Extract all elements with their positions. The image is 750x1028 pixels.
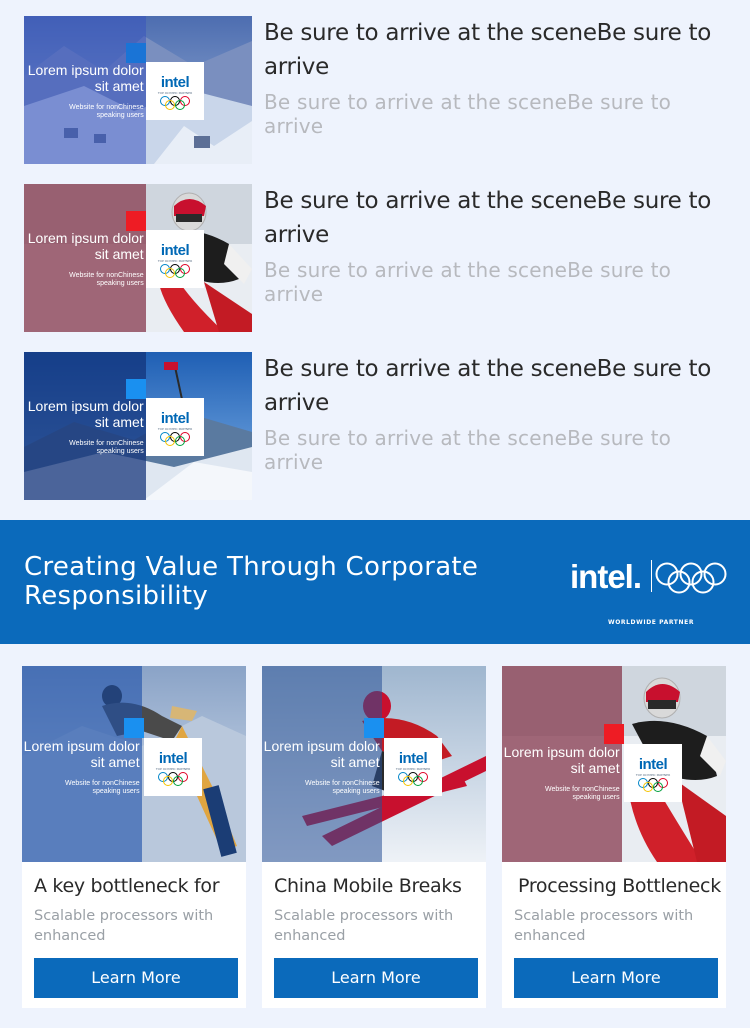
article-item[interactable]: Lorem ipsum dolor sit amet Website for n…	[24, 16, 726, 164]
logo-wordmark: intel	[160, 242, 190, 259]
learn-more-button[interactable]: Learn More	[514, 958, 718, 998]
article-description: Be sure to arrive at the sceneBe sure to…	[264, 426, 672, 474]
intel-olympic-logo-icon: intel TOP OLYMPIC PARTNER	[146, 398, 204, 456]
card-description: Scalable processors with enhanced	[34, 908, 214, 944]
news-card[interactable]: Lorem ipsum dolor sit amet Website for n…	[502, 666, 726, 1008]
thumbnail-lorem: Lorem ipsum dolor sit amet	[27, 62, 144, 94]
thumbnail-caption: Lorem ipsum dolor sit amet Website for n…	[24, 230, 144, 288]
card-thumbnail[interactable]: Lorem ipsum dolor sit amet Website for n…	[262, 666, 486, 862]
intel-wordmark: intel.	[570, 558, 642, 595]
thumbnail-caption: Lorem ipsum dolor sit amet Website for n…	[22, 738, 140, 796]
olympic-rings-icon	[638, 778, 668, 792]
article-title[interactable]: Be sure to arrive at the sceneBe sure to…	[264, 16, 726, 84]
accent-square	[124, 718, 144, 738]
thumbnail-caption: Lorem ipsum dolor sit amet Website for n…	[262, 738, 380, 796]
article-text: Be sure to arrive at the sceneBe sure to…	[264, 184, 726, 306]
article-thumbnail[interactable]: Lorem ipsum dolor sit amet Website for n…	[24, 16, 252, 164]
olympic-rings-icon	[398, 772, 428, 786]
thumbnail-lorem: Lorem ipsum dolor sit amet	[23, 738, 140, 770]
thumbnail-caption: Lorem ipsum dolor sit amet Website for n…	[502, 744, 620, 802]
thumbnail-small-text: Website for nonChinese speaking users	[69, 272, 144, 287]
article-thumbnail[interactable]: Lorem ipsum dolor sit amet Website for n…	[24, 184, 252, 332]
accent-square	[126, 379, 146, 399]
card-thumbnail[interactable]: Lorem ipsum dolor sit amet Website for n…	[502, 666, 726, 862]
accent-square	[126, 43, 146, 63]
thumbnail-lorem: Lorem ipsum dolor sit amet	[27, 398, 144, 430]
brand-tagline: WORLDWIDE PARTNER	[608, 619, 695, 626]
olympic-rings-icon	[655, 562, 727, 594]
intel-olympic-logo-icon: intel TOP OLYMPIC PARTNER	[144, 738, 202, 796]
intel-worldwide-partner-logo-icon: intel. WORLDWIDE PARTNER	[570, 558, 730, 630]
article-thumbnail[interactable]: Lorem ipsum dolor sit amet Website for n…	[24, 352, 252, 500]
thumbnail-lorem: Lorem ipsum dolor sit amet	[27, 230, 144, 262]
olympic-rings-icon	[158, 772, 188, 786]
olympic-rings-icon	[160, 264, 190, 278]
article-item[interactable]: Lorem ipsum dolor sit amet Website for n…	[24, 352, 726, 500]
logo-wordmark: intel	[160, 410, 190, 427]
accent-square	[364, 718, 384, 738]
intel-olympic-logo-icon: intel TOP OLYMPIC PARTNER	[146, 62, 204, 120]
card-title[interactable]: China Mobile Breaks	[274, 874, 480, 898]
intel-olympic-logo-icon: intel TOP OLYMPIC PARTNER	[624, 744, 682, 802]
article-description: Be sure to arrive at the sceneBe sure to…	[264, 258, 672, 306]
card-title[interactable]: A key bottleneck for	[34, 874, 240, 898]
thumbnail-small-text: Website for nonChinese speaking users	[65, 780, 140, 795]
learn-more-button[interactable]: Learn More	[274, 958, 478, 998]
olympic-rings-icon	[160, 432, 190, 446]
thumbnail-caption: Lorem ipsum dolor sit amet Website for n…	[24, 398, 144, 456]
card-description: Scalable processors with enhanced	[514, 908, 694, 944]
logo-wordmark: intel	[638, 756, 668, 773]
thumbnail-small-text: Website for nonChinese speaking users	[305, 780, 380, 795]
learn-more-button[interactable]: Learn More	[34, 958, 238, 998]
article-title[interactable]: Be sure to arrive at the sceneBe sure to…	[264, 352, 726, 420]
logo-wordmark: intel	[398, 750, 428, 767]
logo-divider	[651, 560, 652, 592]
thumbnail-caption: Lorem ipsum dolor sit amet Website for n…	[24, 62, 144, 120]
thumbnail-lorem: Lorem ipsum dolor sit amet	[503, 744, 620, 776]
thumbnail-small-text: Website for nonChinese speaking users	[69, 440, 144, 455]
card-title[interactable]: Processing Bottleneck	[518, 874, 724, 898]
article-item[interactable]: Lorem ipsum dolor sit amet Website for n…	[24, 184, 726, 332]
card-thumbnail[interactable]: Lorem ipsum dolor sit amet Website for n…	[22, 666, 246, 862]
news-card[interactable]: Lorem ipsum dolor sit amet Website for n…	[22, 666, 246, 1008]
thumbnail-lorem: Lorem ipsum dolor sit amet	[263, 738, 380, 770]
thumbnail-small-text: Website for nonChinese speaking users	[69, 104, 144, 119]
news-card[interactable]: Lorem ipsum dolor sit amet Website for n…	[262, 666, 486, 1008]
article-title[interactable]: Be sure to arrive at the sceneBe sure to…	[264, 184, 726, 252]
article-text: Be sure to arrive at the sceneBe sure to…	[264, 16, 726, 138]
article-description: Be sure to arrive at the sceneBe sure to…	[264, 90, 672, 138]
thumbnail-small-text: Website for nonChinese speaking users	[545, 786, 620, 801]
logo-wordmark: intel	[160, 74, 190, 91]
accent-square	[126, 211, 146, 231]
intel-olympic-logo-icon: intel TOP OLYMPIC PARTNER	[146, 230, 204, 288]
card-description: Scalable processors with enhanced	[274, 908, 454, 944]
intel-olympic-logo-icon: intel TOP OLYMPIC PARTNER	[384, 738, 442, 796]
olympic-rings-icon	[160, 96, 190, 110]
banner-heading: Creating Value Through Corporate Respons…	[24, 552, 479, 611]
article-text: Be sure to arrive at the sceneBe sure to…	[264, 352, 726, 474]
logo-wordmark: intel	[158, 750, 188, 767]
corporate-responsibility-banner: Creating Value Through Corporate Respons…	[0, 520, 750, 644]
accent-square	[604, 724, 624, 744]
